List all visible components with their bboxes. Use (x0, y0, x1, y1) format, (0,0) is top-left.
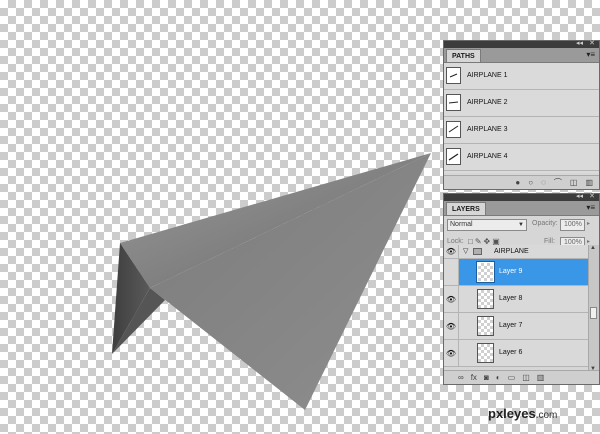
close-icon[interactable]: ✕ (589, 39, 595, 48)
path-thumbnail (446, 94, 461, 111)
layer-mask-icon[interactable]: ◙ (484, 373, 489, 383)
opacity-label: Opacity: (532, 220, 558, 227)
scroll-up-icon[interactable]: ▲ (590, 245, 596, 251)
delete-layer-icon[interactable]: ▥ (537, 373, 545, 383)
layer-group-airplane[interactable]: 👁 ▽ AIRPLANE (444, 245, 589, 259)
lock-label: Lock: (447, 238, 464, 245)
path-thumbnail (446, 148, 461, 165)
layer-thumbnail (477, 289, 494, 309)
path-item-airplane-1[interactable]: AIRPLANE 1 (444, 63, 599, 90)
paths-footer: ● ○ ◌ ⌒ ◫ ▥ (444, 175, 599, 189)
new-group-icon[interactable]: ▭ (508, 373, 516, 383)
layer-label: Layer 8 (499, 295, 523, 302)
layer-label: Layer 7 (499, 322, 523, 329)
adjustment-layer-icon[interactable]: ◐ (496, 373, 501, 383)
fill-arrow-icon[interactable]: ▸ (587, 238, 590, 245)
layer-row-layer-7[interactable]: 👁 Layer 7 (444, 313, 589, 340)
panel-topbar[interactable]: ◂◂ ✕ (444, 192, 599, 201)
new-path-icon[interactable]: ◫ (570, 178, 578, 188)
layers-footer: ∞ fx ◙ ◐ ▭ ◫ ▥ (444, 370, 599, 384)
path-item-label: AIRPLANE 1 (467, 72, 508, 79)
eye-icon[interactable]: 👁 (444, 286, 459, 312)
opacity-field[interactable]: 100% (560, 219, 585, 231)
path-thumbnail (446, 121, 461, 138)
make-work-path-icon[interactable]: ⌒ (554, 178, 562, 188)
eye-icon[interactable]: 👁 (444, 313, 459, 339)
path-item-label: AIRPLANE 3 (467, 126, 508, 133)
layer-label: Layer 6 (499, 349, 523, 356)
path-shape-icon (448, 101, 459, 104)
blend-mode-value: Normal (450, 221, 473, 228)
layers-panel: ◂◂ ✕ LAYERS ▾≡ Normal ▼ Opacity: 100% ▸ … (443, 193, 600, 385)
collapse-icon[interactable]: ◂◂ (576, 192, 583, 201)
tab-layers[interactable]: LAYERS (446, 202, 486, 215)
new-layer-icon[interactable]: ◫ (522, 373, 530, 383)
layer-thumbnail (476, 261, 495, 283)
scroll-thumb[interactable] (590, 307, 597, 319)
panel-topbar[interactable]: ◂◂ ✕ (444, 39, 599, 48)
layer-row-layer-9[interactable]: Layer 9 (444, 259, 589, 286)
eye-icon[interactable]: 👁 (444, 245, 459, 258)
load-selection-icon[interactable]: ◌ (541, 178, 546, 188)
delete-path-icon[interactable]: ▥ (585, 178, 593, 188)
chevron-down-icon: ▼ (518, 222, 524, 228)
watermark-text: pxleyes (488, 406, 536, 421)
folder-icon (473, 248, 482, 255)
path-item-airplane-4[interactable]: AIRPLANE 4 (444, 144, 599, 171)
opacity-arrow-icon[interactable]: ▸ (587, 220, 590, 227)
layer-row-layer-6[interactable]: 👁 Layer 6 (444, 340, 589, 367)
layer-thumbnail (477, 343, 494, 363)
layers-tab-row: LAYERS ▾≡ (444, 201, 599, 216)
fill-label: Fill: (544, 238, 555, 245)
path-shape-icon (448, 125, 459, 133)
stroke-path-icon[interactable]: ○ (528, 178, 533, 188)
path-shape-icon (449, 73, 458, 78)
airplane-front-wing (150, 153, 431, 410)
eye-icon-hidden[interactable] (444, 259, 459, 285)
group-label: AIRPLANE (494, 248, 529, 255)
layers-scrollbar[interactable]: ▲ ▼ (588, 245, 599, 372)
layer-label: Layer 9 (499, 268, 523, 275)
path-item-airplane-3[interactable]: AIRPLANE 3 (444, 117, 599, 144)
paths-panel: ◂◂ ✕ PATHS ▾≡ AIRPLANE 1 AIRPLANE 2 AIRP… (443, 40, 600, 190)
path-shape-icon (448, 153, 459, 161)
collapse-icon[interactable]: ◂◂ (576, 39, 583, 48)
layer-thumbnail (477, 316, 494, 336)
path-thumbnail (446, 67, 461, 84)
path-item-label: AIRPLANE 4 (467, 153, 508, 160)
blend-options-row: Normal ▼ Opacity: 100% ▸ (444, 216, 599, 234)
close-icon[interactable]: ✕ (589, 192, 595, 201)
blend-mode-select[interactable]: Normal ▼ (447, 219, 527, 231)
path-item-airplane-2[interactable]: AIRPLANE 2 (444, 90, 599, 117)
tab-paths[interactable]: PATHS (446, 49, 481, 62)
layers-list: 👁 ▽ AIRPLANE Layer 9 👁 Layer 8 👁 Layer 7… (444, 245, 589, 372)
panel-menu-icon[interactable]: ▾≡ (586, 50, 595, 60)
watermark-tld: .com (535, 410, 558, 421)
layer-style-icon[interactable]: fx (471, 373, 477, 383)
eye-icon[interactable]: 👁 (444, 340, 459, 366)
paths-tab-row: PATHS ▾≡ (444, 48, 599, 63)
watermark: pxleyes.com (488, 406, 557, 421)
path-item-label: AIRPLANE 2 (467, 99, 508, 106)
group-expand-icon[interactable]: ▽ (463, 247, 468, 255)
fill-path-icon[interactable]: ● (515, 178, 520, 188)
paths-list: AIRPLANE 1 AIRPLANE 2 AIRPLANE 3 AIRPLAN… (444, 63, 599, 173)
layer-row-layer-8[interactable]: 👁 Layer 8 (444, 286, 589, 313)
panel-menu-icon[interactable]: ▾≡ (586, 203, 595, 213)
link-layers-icon[interactable]: ∞ (458, 373, 464, 383)
